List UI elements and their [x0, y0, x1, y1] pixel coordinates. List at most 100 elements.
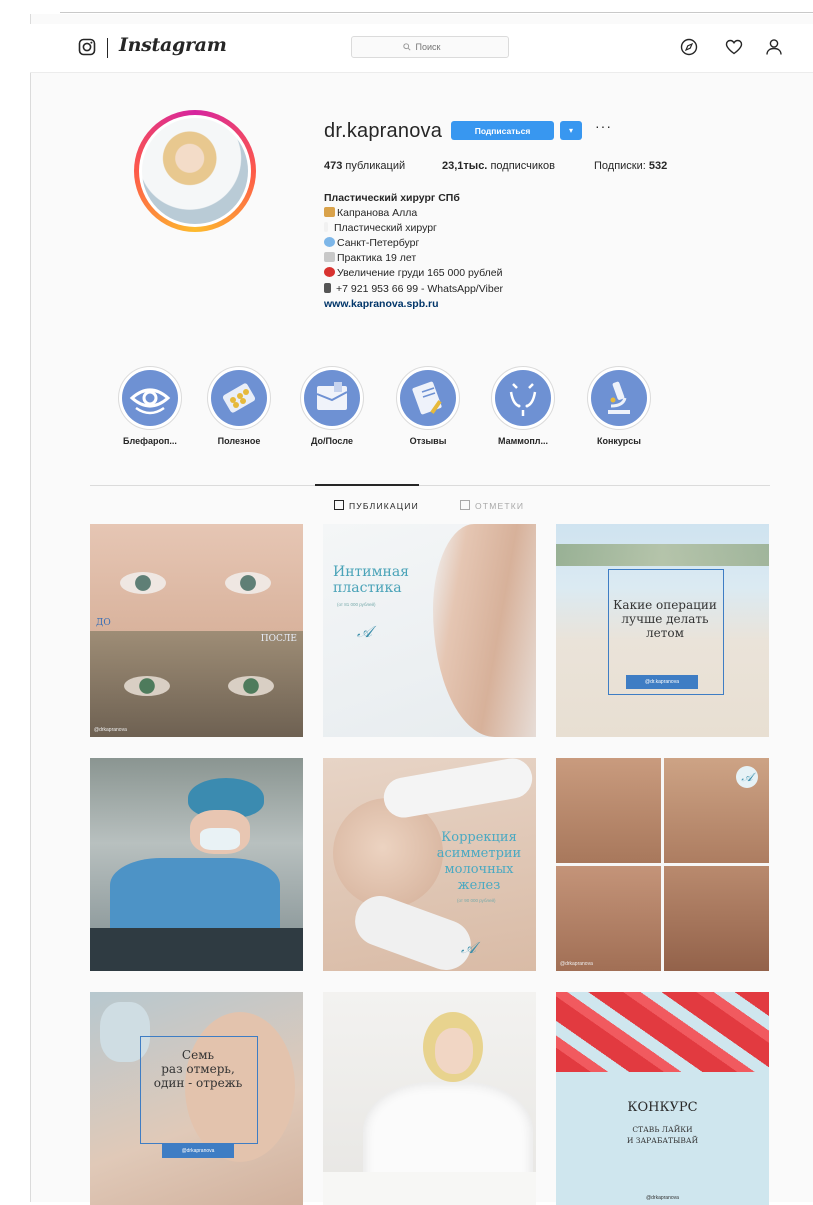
- capsules-icon: [211, 370, 267, 426]
- heart-icon[interactable]: [725, 38, 743, 56]
- clinic-logo-icon: 𝒜: [357, 622, 373, 641]
- highlight-item[interactable]: Полезное: [204, 366, 274, 446]
- post-subtitle: (от 81 000 рублей): [337, 602, 376, 607]
- top-nav-bar: Instagram: [30, 24, 813, 73]
- instagram-logo[interactable]: Instagram: [119, 34, 227, 56]
- highlight-item[interactable]: Конкурсы: [584, 366, 654, 446]
- posts-count-value: 473: [324, 160, 343, 172]
- post-caption: Коррекция асимметрии молочных желез: [436, 830, 522, 893]
- tabs-divider: [90, 485, 770, 486]
- highlight-item[interactable]: Маммопл...: [488, 366, 558, 446]
- highlight-label: Конкурсы: [596, 436, 641, 446]
- woman-emoji-icon: [324, 207, 335, 218]
- bio-line: Увеличение груди 165 000 рублей: [324, 266, 503, 281]
- post-tile[interactable]: Интимная пластика (от 81 000 рублей) 𝒜: [323, 524, 536, 737]
- follow-button[interactable]: Подписаться: [451, 121, 554, 140]
- person-icon[interactable]: [765, 38, 783, 56]
- logo-divider: [107, 38, 108, 58]
- compass-icon[interactable]: [680, 38, 698, 56]
- bio-line: Пластический хирург: [324, 221, 503, 236]
- highlight-label: Полезное: [217, 436, 261, 446]
- following-count-value: 532: [648, 160, 668, 172]
- post-tile[interactable]: [323, 992, 536, 1205]
- avatar-photo: [142, 118, 248, 224]
- profile-bio: Пластический хирург СПб Капранова Алла П…: [324, 191, 503, 312]
- post-caption: КОНКУРС: [627, 1100, 698, 1115]
- post-image: [433, 524, 536, 737]
- search-input[interactable]: [413, 41, 458, 53]
- post-tile[interactable]: ДО ПОСЛЕ @drkapranova: [90, 524, 303, 737]
- post-caption: Интимная пластика: [333, 564, 410, 596]
- post-watermark: @drkapranova: [560, 961, 593, 967]
- globe-emoji-icon: [324, 237, 335, 248]
- highlight-item[interactable]: Блефароп...: [115, 366, 185, 446]
- following-count-label: Подписки:: [594, 160, 646, 172]
- post-image: [556, 758, 661, 863]
- highlight-label: Маммопл...: [498, 436, 548, 446]
- clinic-logo-icon: 𝒜: [461, 938, 477, 957]
- post-caption: Семь раз отмерь, один - отрежь: [153, 1048, 243, 1090]
- post-badge: @drkapranova: [162, 1144, 234, 1158]
- desk: [323, 1172, 536, 1205]
- avatar-photo-frame: [139, 115, 251, 227]
- posts-count-label: публикаций: [345, 160, 406, 172]
- post-tile[interactable]: КОНКУРС СТАВЬ ЛАЙКИ И ЗАРАБАТЫВАЙ @drkapr…: [556, 992, 769, 1205]
- bio-website-link[interactable]: www.kapranova.spb.ru: [324, 297, 503, 312]
- post-tile[interactable]: Коррекция асимметрии молочных желез (от 90 …: [323, 758, 536, 971]
- highlight-item[interactable]: Отзывы: [393, 366, 463, 446]
- calendar-emoji-icon: [324, 252, 335, 263]
- mammoplasty-icon: [495, 370, 551, 426]
- reviews-icon: [400, 370, 456, 426]
- window-edge-line: [60, 12, 813, 13]
- followers-count-value: 23,1тыс.: [442, 160, 488, 172]
- post-image-after: [90, 631, 303, 737]
- post-tile[interactable]: Семь раз отмерь, один - отрежь @drkapranov…: [90, 992, 303, 1205]
- post-image: [556, 866, 661, 971]
- post-tile[interactable]: [90, 758, 303, 971]
- highlight-ring: [207, 366, 271, 430]
- active-tab-indicator: [315, 484, 419, 486]
- gloved-hand: [380, 758, 536, 821]
- post-image: [664, 866, 769, 971]
- doctor-face: [435, 1028, 473, 1074]
- highlight-ring: [587, 366, 651, 430]
- profile-avatar[interactable]: [134, 110, 256, 232]
- highlight-ring: [300, 366, 364, 430]
- followers-count[interactable]: 23,1тыс. подписчиков: [442, 160, 555, 172]
- profile-username: dr.kapranova: [324, 120, 443, 142]
- search-box[interactable]: [351, 36, 509, 58]
- grid-icon: [334, 500, 344, 510]
- post-watermark: @drkapranova: [646, 1195, 679, 1201]
- cherries-emoji-icon: [324, 267, 335, 278]
- post-caption: Какие операции лучше делать летом: [613, 598, 717, 640]
- after-label: ПОСЛЕ: [260, 634, 297, 644]
- followers-count-label: подписчиков: [490, 160, 555, 172]
- post-image-before: [90, 524, 303, 631]
- camera-icon[interactable]: [78, 38, 96, 56]
- post-tile[interactable]: Какие операции лучше делать летом @dr.kapr…: [556, 524, 769, 737]
- post-badge: @dr.kapranova: [626, 675, 698, 689]
- bio-line: Практика 19 лет: [324, 251, 503, 266]
- bio-title: Пластический хирург СПб: [324, 192, 460, 204]
- before-after-icon: [304, 370, 360, 426]
- suggestions-dropdown-button[interactable]: ▾: [560, 121, 582, 140]
- clinic-logo-icon: 𝒜: [736, 766, 758, 788]
- surgeon-mask: [200, 828, 240, 850]
- before-label: ДО: [96, 618, 111, 628]
- tab-tagged[interactable]: ОТМЕТКИ: [460, 500, 524, 511]
- eye-icon: [122, 370, 178, 426]
- post-subcaption: СТАВЬ ЛАЙКИ И ЗАРАБАТЫВАЙ: [626, 1125, 699, 1145]
- post-image-trees: [556, 544, 769, 566]
- highlight-item[interactable]: До/После: [297, 366, 367, 446]
- highlight-ring: [118, 366, 182, 430]
- syringe-emoji-icon: [324, 222, 328, 233]
- posts-count: 473 публикаций: [324, 160, 405, 172]
- phone-emoji-icon: [324, 282, 331, 293]
- post-watermark: @drkapranova: [94, 727, 127, 733]
- post-tile[interactable]: 𝒜 @drkapranova: [556, 758, 769, 971]
- following-count[interactable]: Подписки: 532: [594, 160, 667, 172]
- search-icon: [402, 43, 411, 51]
- bio-line: +7 921 953 66 99 - WhatsApp/Viber: [324, 282, 503, 297]
- more-options-icon[interactable]: ···: [595, 118, 612, 134]
- tab-publications[interactable]: ПУБЛИКАЦИИ: [334, 500, 419, 511]
